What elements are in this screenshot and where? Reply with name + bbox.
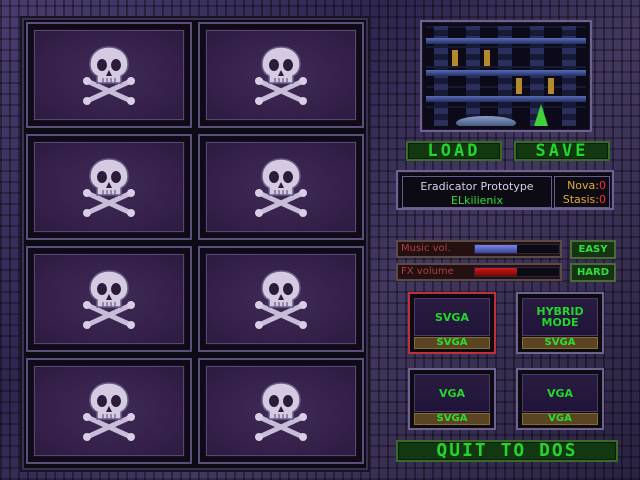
music-volume-label: Music vol. <box>401 243 451 254</box>
video-mode-tag: VGA <box>522 413 598 425</box>
fx-volume-fill <box>475 268 517 276</box>
easy-button[interactable]: EASY <box>570 240 616 259</box>
save-slot-thumbnail <box>205 29 357 121</box>
video-mode-name: SVGA <box>414 298 490 336</box>
save-slot-thumbnail <box>205 253 357 345</box>
save-slot[interactable] <box>26 22 192 128</box>
video-mode-option[interactable]: HYBRID MODE SVGA <box>516 292 604 354</box>
save-slot-thumbnail <box>33 141 185 233</box>
skull-crossbones-icon <box>249 377 313 445</box>
video-mode-tag: SVGA <box>414 413 490 425</box>
save-slot[interactable] <box>26 358 192 464</box>
game-options-screen: LOAD SAVE Eradicator Prototype ELkilieni… <box>0 0 640 480</box>
music-volume-fill <box>475 245 517 253</box>
skull-crossbones-icon <box>249 265 313 333</box>
level-preview-image <box>426 26 586 126</box>
save-slot-thumbnail <box>33 253 185 345</box>
load-button[interactable]: LOAD <box>406 141 502 161</box>
video-mode-option[interactable]: SVGA SVGA <box>408 292 496 354</box>
stasis-stat: Stasis:0 <box>563 193 606 206</box>
stasis-label: Stasis: <box>562 193 599 206</box>
save-slot[interactable] <box>198 22 364 128</box>
video-mode-name: VGA <box>522 374 598 412</box>
save-name-box: Eradicator Prototype ELkilienix <box>402 176 552 208</box>
save-slot[interactable] <box>198 134 364 240</box>
skull-crossbones-icon <box>77 377 141 445</box>
save-slot-thumbnail <box>205 365 357 457</box>
save-slot-thumbnail <box>33 365 185 457</box>
video-mode-option[interactable]: VGA VGA <box>516 368 604 430</box>
save-subtitle: ELkilienix <box>451 194 503 207</box>
save-info-panel: Eradicator Prototype ELkilienix Nova:0 S… <box>396 170 614 210</box>
nova-label: Nova: <box>567 179 599 192</box>
skull-crossbones-icon <box>77 265 141 333</box>
save-slot-thumbnail <box>205 141 357 233</box>
save-slot[interactable] <box>198 246 364 352</box>
skull-crossbones-icon <box>249 41 313 109</box>
save-slot[interactable] <box>26 246 192 352</box>
save-slot[interactable] <box>26 134 192 240</box>
save-slot-grid <box>20 16 370 472</box>
fx-volume-slider[interactable] <box>474 267 560 277</box>
level-preview <box>420 20 592 132</box>
save-slot-thumbnail <box>33 29 185 121</box>
skull-crossbones-icon <box>77 41 141 109</box>
stasis-value: 0 <box>599 193 606 206</box>
nova-stat: Nova:0 <box>567 179 606 192</box>
save-button[interactable]: SAVE <box>514 141 610 161</box>
fx-volume-label: FX volume <box>401 266 454 277</box>
video-mode-tag: SVGA <box>522 337 598 349</box>
music-volume-control: Music vol. <box>396 240 562 258</box>
quit-to-dos-button[interactable]: QUIT TO DOS <box>396 440 618 462</box>
save-title: Eradicator Prototype <box>420 180 534 193</box>
video-mode-option[interactable]: VGA SVGA <box>408 368 496 430</box>
nova-value: 0 <box>599 179 606 192</box>
save-slot[interactable] <box>198 358 364 464</box>
video-mode-tag: SVGA <box>414 337 490 349</box>
video-mode-name: HYBRID MODE <box>522 298 598 336</box>
save-stats-box: Nova:0 Stasis:0 <box>554 176 610 208</box>
hard-button[interactable]: HARD <box>570 263 616 282</box>
music-volume-slider[interactable] <box>474 244 560 254</box>
fx-volume-control: FX volume <box>396 263 562 281</box>
disc-sprite <box>456 116 516 126</box>
skull-crossbones-icon <box>249 153 313 221</box>
skull-crossbones-icon <box>77 153 141 221</box>
ship-sprite <box>534 104 548 126</box>
video-mode-name: VGA <box>414 374 490 412</box>
